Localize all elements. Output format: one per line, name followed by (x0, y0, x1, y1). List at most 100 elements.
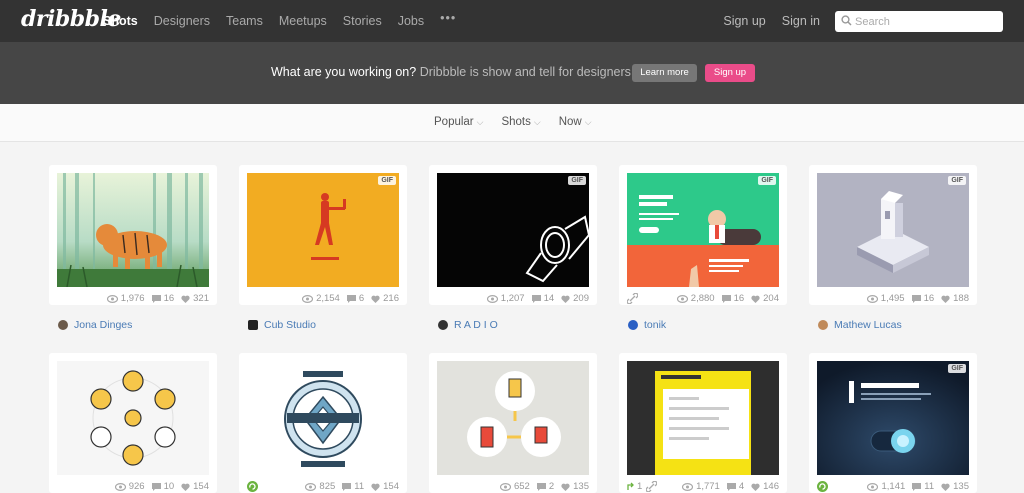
comments-count: 2 (548, 481, 555, 492)
avatar (58, 320, 68, 330)
comments-icon (342, 482, 352, 491)
rebound-icon[interactable] (247, 481, 258, 492)
comments-icon (151, 482, 161, 491)
banner-signup-button[interactable]: Sign up (705, 64, 755, 82)
likes-icon[interactable] (371, 483, 380, 491)
banner-question: What are you working on? (271, 65, 417, 79)
likes-icon[interactable] (181, 483, 190, 491)
comments-icon (536, 482, 546, 491)
shot-thumbnail[interactable]: GIF (817, 361, 969, 475)
views-icon (106, 294, 118, 303)
likes-icon[interactable] (561, 295, 570, 303)
avatar (628, 320, 638, 330)
shot-card[interactable]: 1 1,771 4 146 (619, 353, 787, 493)
nav-jobs[interactable]: Jobs (398, 14, 424, 28)
comments-icon (721, 294, 731, 303)
likes-icon[interactable] (941, 483, 950, 491)
shot-thumbnail[interactable] (437, 361, 589, 475)
likes-icon[interactable] (371, 295, 380, 303)
shot-author[interactable]: tonik (628, 319, 666, 331)
nav-sign-in[interactable]: Sign in (782, 14, 820, 28)
author-name: R A D I O (454, 319, 498, 331)
views-count: 2,154 (316, 293, 340, 304)
welcome-banner: What are you working on? Dribbble is sho… (0, 42, 1024, 104)
shot-author[interactable]: Mathew Lucas (818, 319, 902, 331)
shot-card[interactable]: GIF 2,154 6 216 (239, 165, 407, 305)
more-menu-icon[interactable]: ••• (440, 11, 456, 25)
banner-tagline: Dribbble is show and tell for designers. (419, 65, 635, 79)
rebound-icon[interactable] (817, 481, 828, 492)
shot-stats: 1,976 16 321 (106, 293, 209, 304)
likes-count: 188 (953, 293, 969, 304)
shot-author[interactable]: Cub Studio (248, 319, 316, 331)
shot-thumbnail[interactable]: GIF (247, 173, 399, 287)
shot-card[interactable]: GIF 1,495 16 188 (809, 165, 977, 305)
shot-card[interactable]: 926 10 154 (49, 353, 217, 493)
shot-thumbnail[interactable] (57, 361, 209, 475)
shot-card[interactable]: 825 11 154 (239, 353, 407, 493)
filter-type-label: Shots (501, 116, 531, 128)
chevron-down-icon: ⌵ (584, 117, 592, 127)
nav-shots[interactable]: Shots (103, 14, 138, 28)
likes-icon[interactable] (751, 295, 760, 303)
chevron-down-icon: ⌵ (533, 117, 541, 127)
comments-count: 10 (163, 481, 175, 492)
likes-icon[interactable] (181, 295, 190, 303)
shot-stats: 2,880 16 204 (676, 293, 779, 304)
nav-sign-up[interactable]: Sign up (723, 14, 765, 28)
shot-card[interactable]: 1,976 16 321 (49, 165, 217, 305)
shot-stats: 652 2 135 (499, 481, 589, 492)
filter-type[interactable]: Shots ⌵ (501, 116, 540, 128)
views-icon (302, 294, 314, 303)
filter-time[interactable]: Now ⌵ (559, 116, 592, 128)
banner-text: What are you working on? Dribbble is sho… (271, 65, 634, 79)
likes-icon[interactable] (751, 483, 760, 491)
shot-stats: 926 10 154 (114, 481, 209, 492)
views-icon (866, 294, 878, 303)
comments-count: 11 (354, 481, 365, 492)
main-nav: Shots Designers Teams Meetups Stories Jo… (103, 11, 472, 28)
shot-stats: 1,495 16 188 (866, 293, 969, 304)
shot-thumbnail[interactable] (627, 361, 779, 475)
attachment-icon[interactable] (627, 293, 638, 304)
author-name: Cub Studio (264, 319, 316, 331)
shot-author[interactable]: R A D I O (438, 319, 498, 331)
shot-thumbnail[interactable] (247, 361, 399, 475)
likes-count: 209 (573, 293, 589, 304)
filter-sort[interactable]: Popular ⌵ (434, 116, 483, 128)
search-box[interactable] (835, 11, 1003, 32)
views-icon (486, 294, 498, 303)
views-count: 926 (128, 481, 145, 492)
likes-icon[interactable] (561, 483, 570, 491)
author-name: tonik (644, 319, 667, 331)
shot-card[interactable]: GIF 2,880 16 204 (619, 165, 787, 305)
learn-more-button[interactable]: Learn more (632, 64, 697, 82)
search-input[interactable] (855, 13, 995, 30)
comments-count: 14 (543, 293, 555, 304)
shot-thumbnail[interactable]: GIF (627, 173, 779, 287)
filter-sort-label: Popular (434, 116, 474, 128)
shot-thumbnail[interactable]: GIF (817, 173, 969, 287)
nav-teams[interactable]: Teams (226, 14, 263, 28)
shot-thumbnail[interactable] (57, 173, 209, 287)
nav-meetups[interactable]: Meetups (279, 14, 327, 28)
views-icon (499, 482, 511, 491)
shot-thumbnail[interactable]: GIF (437, 173, 589, 287)
filter-time-label: Now (558, 116, 582, 128)
shot-stats: 825 11 154 (305, 481, 399, 492)
shot-card[interactable]: 652 2 135 (429, 353, 597, 493)
nav-designers[interactable]: Designers (154, 14, 210, 28)
top-nav: dribbble Shots Designers Teams Meetups S… (0, 0, 1024, 42)
nav-stories[interactable]: Stories (343, 14, 382, 28)
shot-card[interactable]: GIF 1,141 11 135 (809, 353, 977, 493)
attachment-icon[interactable] (646, 481, 658, 492)
views-count: 1,771 (696, 481, 720, 492)
likes-count: 154 (383, 481, 399, 492)
comments-icon (151, 294, 161, 303)
comments-count: 16 (163, 293, 175, 304)
likes-icon[interactable] (941, 295, 950, 303)
search-icon (841, 15, 852, 26)
shot-stats: 1,207 14 209 (486, 293, 589, 304)
shot-card[interactable]: GIF 1,207 14 209 (429, 165, 597, 305)
shot-author[interactable]: Jona Dinges (58, 319, 132, 331)
